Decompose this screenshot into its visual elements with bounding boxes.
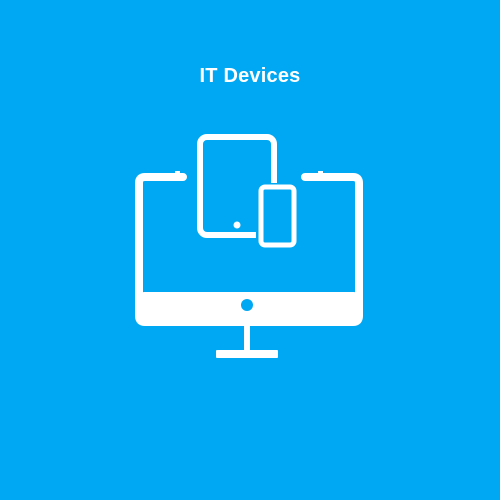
it-devices-icon <box>135 133 363 358</box>
smartphone-icon <box>256 183 299 248</box>
